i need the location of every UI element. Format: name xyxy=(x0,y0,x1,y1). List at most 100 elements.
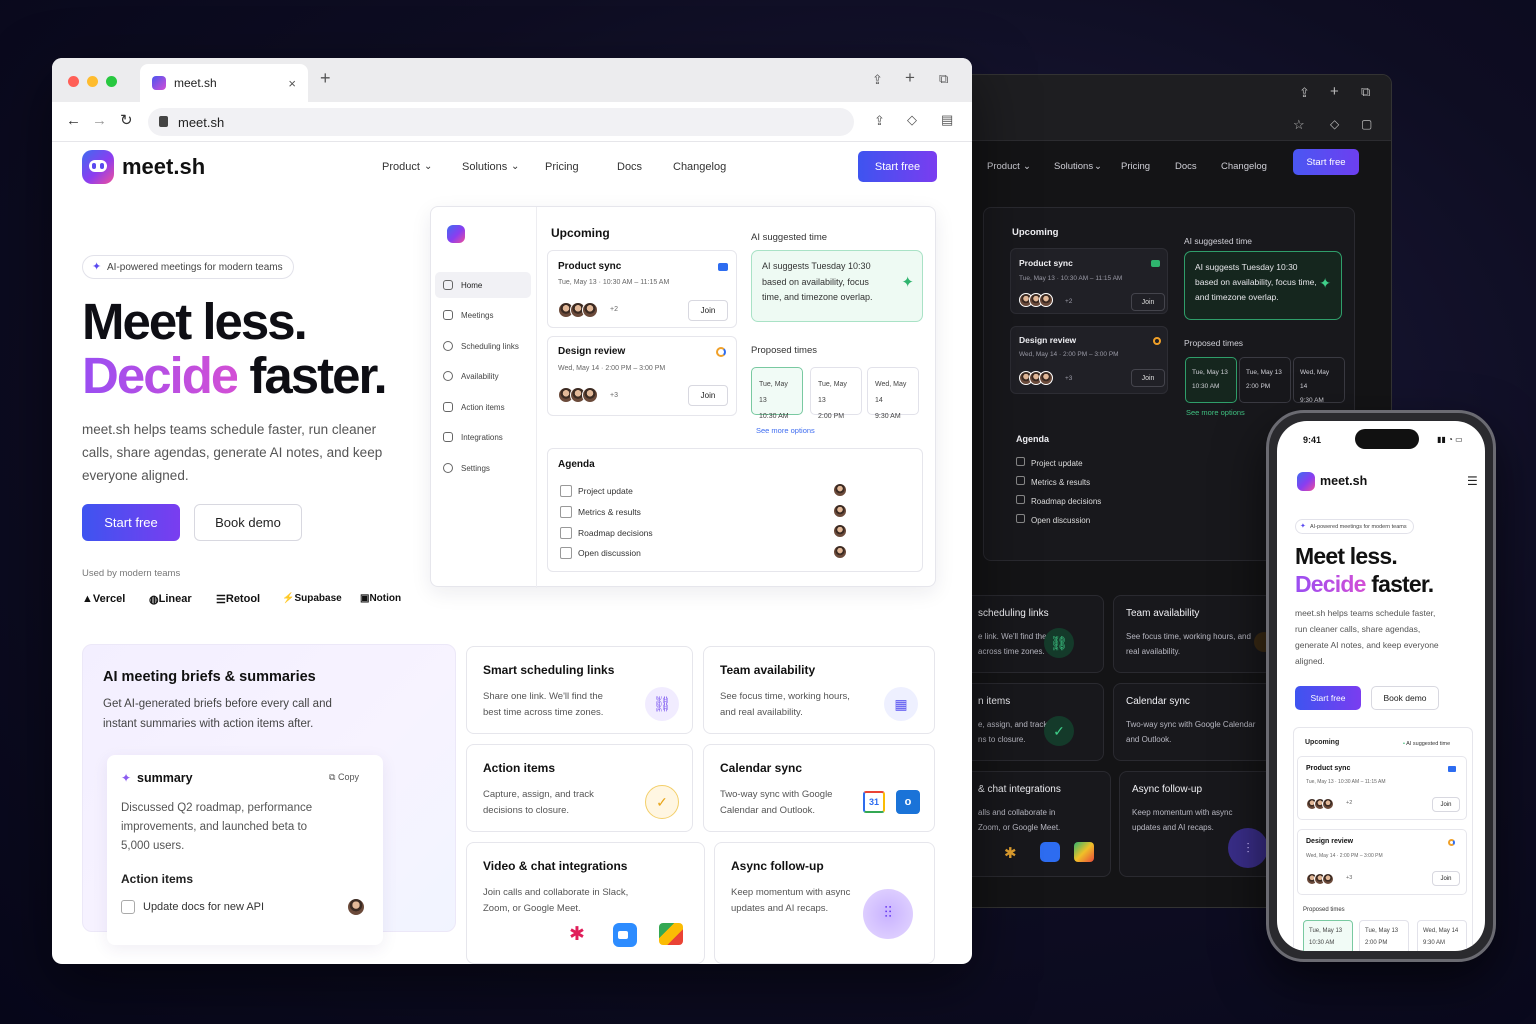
brand-name[interactable]: meet.sh xyxy=(122,154,205,180)
add-tab-icon[interactable]: + xyxy=(905,68,915,88)
see-more-options-link[interactable]: See more options xyxy=(756,426,815,435)
minimize-window-button[interactable] xyxy=(87,76,98,87)
sidebar-item-integrations[interactable]: Integrations xyxy=(435,424,531,450)
meeting-title: Design review xyxy=(1019,335,1077,345)
new-tab-icon[interactable]: + xyxy=(1330,83,1339,100)
agenda-item[interactable]: Project update xyxy=(560,484,633,498)
meeting-time: Wed, May 14 · 2:00 PM – 3:00 PM xyxy=(1019,351,1119,358)
proposed-slot[interactable]: Tue, May 13 10:30 AM xyxy=(1303,920,1353,951)
book-demo-button[interactable]: Book demo xyxy=(1371,686,1439,710)
browser-tab[interactable]: meet.sh × xyxy=(140,64,308,102)
nav-docs[interactable]: Docs xyxy=(1175,161,1197,172)
join-button[interactable]: Join xyxy=(1131,293,1165,311)
dark-feature-card: Team availability See focus time, working… xyxy=(1113,595,1274,673)
feature-title: Calendar sync xyxy=(720,761,803,775)
nav-pricing[interactable]: Pricing xyxy=(1121,161,1150,172)
address-bar[interactable]: meet.sh xyxy=(148,108,854,136)
start-free-button[interactable]: Start free xyxy=(1295,686,1361,710)
proposed-slot[interactable]: Tue, May 13 10:30 AM xyxy=(751,367,803,420)
share-icon[interactable]: ⇪ xyxy=(1299,85,1310,101)
new-tab-icon[interactable]: + xyxy=(320,68,331,89)
hamburger-menu-icon[interactable]: ☰ xyxy=(1467,474,1478,488)
feature-title: Smart scheduling links xyxy=(483,663,615,677)
join-button[interactable]: Join xyxy=(688,385,728,406)
sidebar-item-scheduling-links[interactable]: Scheduling links xyxy=(435,333,531,359)
sidebar-item-settings[interactable]: Settings xyxy=(435,455,531,481)
nav-changelog[interactable]: Changelog xyxy=(1221,161,1267,172)
join-button[interactable]: Join xyxy=(688,300,728,321)
slack-icon: ✱ xyxy=(1004,845,1017,862)
agenda-item[interactable]: Metrics & results xyxy=(560,505,641,519)
meeting-card[interactable]: Design review Wed, May 14 · 2:00 PM – 3:… xyxy=(1010,326,1168,394)
extension-icon[interactable]: ◇ xyxy=(1330,117,1339,131)
sidebar-item-action-items[interactable]: Action items xyxy=(435,394,531,420)
close-tab-icon[interactable]: × xyxy=(288,76,296,91)
close-window-button[interactable] xyxy=(68,76,79,87)
agenda-title: Agenda xyxy=(1016,434,1050,444)
join-button[interactable]: Join xyxy=(1432,871,1460,886)
pencil-icon xyxy=(443,402,453,412)
tabs-overview-icon[interactable]: ⧉ xyxy=(939,71,948,87)
nav-product[interactable]: Product xyxy=(382,161,420,173)
feature-desc: See focus time, working hours, and real … xyxy=(720,691,850,718)
meeting-card[interactable]: Product sync Tue, May 13 · 10:30 AM – 11… xyxy=(547,250,737,328)
notion-logo: ▣ Notion xyxy=(360,593,402,604)
book-demo-button[interactable]: Book demo xyxy=(194,504,302,541)
proposed-slot[interactable]: Wed, May 14 9:30 AM xyxy=(1417,920,1467,951)
google-calendar-icon: 31 xyxy=(863,791,885,813)
forward-icon[interactable]: → xyxy=(92,112,107,129)
nav-product[interactable]: Product xyxy=(987,161,1020,172)
nav-docs[interactable]: Docs xyxy=(617,161,642,173)
meeting-card[interactable]: Design review Wed, May 14 · 2:00 PM – 3:… xyxy=(1297,829,1467,895)
share-icon[interactable]: ⇪ xyxy=(872,72,883,88)
bookmark-star-icon[interactable]: ☆ xyxy=(1293,117,1305,133)
agenda-card: Agenda Project update Metrics & results … xyxy=(547,448,923,572)
sidebar-item-home[interactable]: Home xyxy=(435,272,531,298)
nav-pricing[interactable]: Pricing xyxy=(545,161,579,173)
agenda-item[interactable]: Roadmap decisions xyxy=(560,526,653,540)
reload-icon[interactable]: ↻ xyxy=(120,111,133,129)
agenda-item[interactable]: Roadmap decisions xyxy=(1016,492,1101,511)
action-checkbox[interactable] xyxy=(121,900,135,914)
gear-icon xyxy=(443,463,453,473)
agenda-item[interactable]: Project update xyxy=(1016,454,1101,473)
join-button[interactable]: Join xyxy=(1432,797,1460,812)
back-icon[interactable]: ← xyxy=(66,112,81,129)
sidebar-item-meetings[interactable]: Meetings xyxy=(435,302,531,328)
meeting-card[interactable]: Design review Wed, May 14 · 2:00 PM – 3:… xyxy=(547,336,737,416)
nav-solutions[interactable]: Solutions xyxy=(462,161,507,173)
maximize-window-button[interactable] xyxy=(106,76,117,87)
proposed-slot[interactable]: Tue, May 13 10:30 AM xyxy=(1185,357,1237,403)
proposed-slot[interactable]: Tue, May 13 2:00 PM xyxy=(1239,357,1291,403)
meeting-card[interactable]: Product sync Tue, May 13 · 10:30 AM – 11… xyxy=(1297,756,1467,820)
agenda-item[interactable]: Open discussion xyxy=(1016,511,1101,530)
start-free-nav-button[interactable]: Start free xyxy=(858,151,937,182)
meeting-card[interactable]: Product sync Tue, May 13 · 10:30 AM – 11… xyxy=(1010,248,1168,314)
logo-icon[interactable] xyxy=(82,150,114,184)
proposed-slot[interactable]: Tue, May 13 2:00 PM xyxy=(810,367,862,420)
tabs-icon[interactable]: ⧉ xyxy=(1361,84,1370,100)
start-free-button[interactable]: Start free xyxy=(1293,149,1359,175)
proposed-times-title: Proposed times xyxy=(751,345,818,356)
waveform-icon: ⫶ xyxy=(1228,828,1268,868)
nav-solutions[interactable]: Solutions xyxy=(1054,161,1093,172)
reader-icon[interactable]: ▢ xyxy=(1361,117,1372,131)
extension-icon[interactable]: ◇ xyxy=(907,112,917,128)
proposed-slot[interactable]: Wed, May 14 9:30 AM xyxy=(867,367,919,420)
nav-changelog[interactable]: Changelog xyxy=(673,161,726,173)
share-icon[interactable]: ⇪ xyxy=(874,113,885,129)
chevron-down-icon: ⌄ xyxy=(424,161,433,172)
agenda-item[interactable]: Metrics & results xyxy=(1016,473,1101,492)
proposed-slot[interactable]: Tue, May 13 2:00 PM xyxy=(1359,920,1409,951)
sidebar-item-availability[interactable]: Availability xyxy=(435,363,531,389)
join-button[interactable]: Join xyxy=(1131,369,1165,387)
proposed-times-title: Proposed times xyxy=(1184,338,1244,348)
start-free-button[interactable]: Start free xyxy=(82,504,180,541)
hero-badge: ✦ AI-powered meetings for modern teams xyxy=(82,255,294,279)
copy-button[interactable]: ⧉ Copy xyxy=(329,772,359,783)
reader-mode-icon[interactable]: ▤ xyxy=(941,112,953,128)
proposed-slot[interactable]: Wed, May 14 9:30 AM xyxy=(1293,357,1345,404)
supabase-logo: ⚡ Supabase xyxy=(282,593,342,604)
agenda-item[interactable]: Open discussion xyxy=(560,546,641,560)
see-more-options-link[interactable]: See more options xyxy=(1186,408,1245,417)
